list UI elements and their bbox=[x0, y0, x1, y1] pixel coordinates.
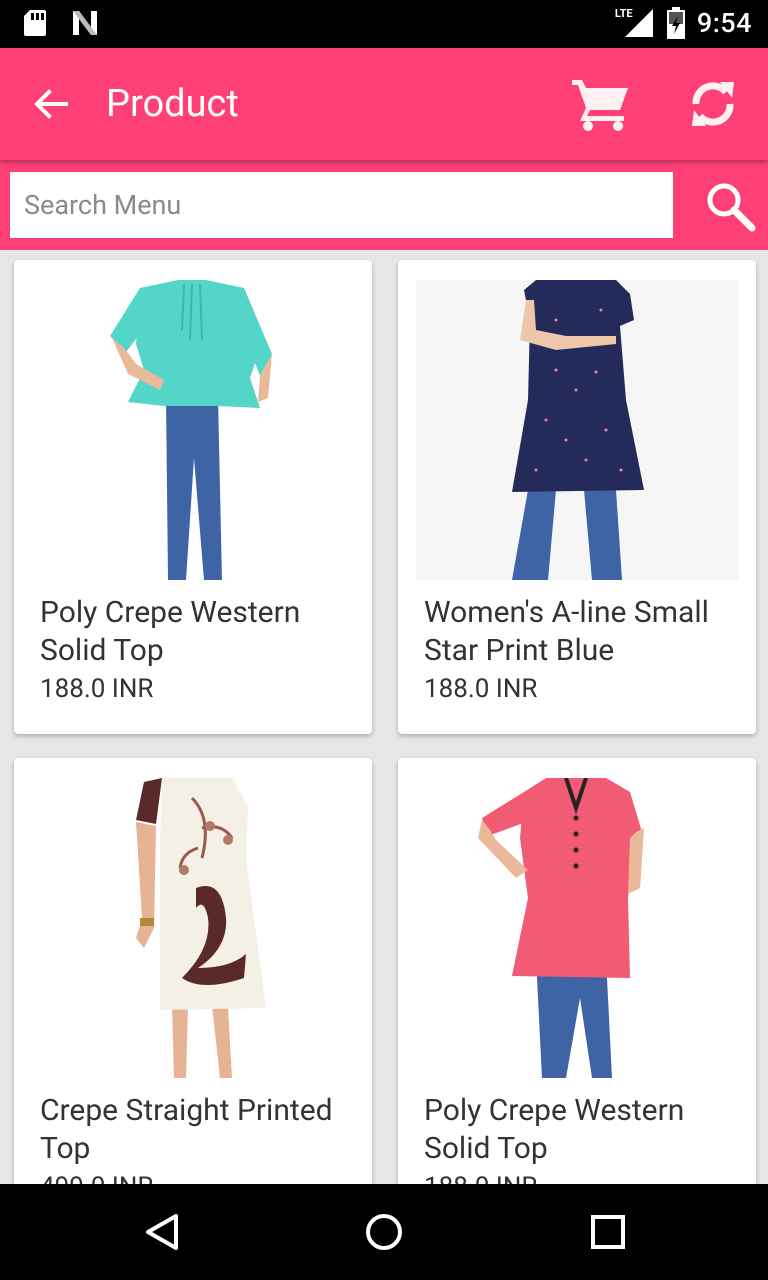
product-name: Women's A-line Small Star Print Blue bbox=[424, 595, 709, 668]
search-bar bbox=[0, 160, 768, 250]
back-arrow-icon[interactable] bbox=[30, 84, 70, 124]
product-grid: Poly Crepe Western Solid Top 188.0 INR W… bbox=[0, 250, 768, 1184]
search-icon[interactable] bbox=[704, 180, 756, 232]
product-card[interactable]: Women's A-line Small Star Print Blue 188… bbox=[398, 260, 756, 734]
product-price: 188.0 INR bbox=[424, 1172, 537, 1184]
clock: 9:54 bbox=[696, 7, 752, 39]
screen: LTE 9:54 Product Search Menu Poly Crepe … bbox=[0, 0, 768, 1280]
product-name: Poly Crepe Western Solid Top bbox=[424, 1093, 685, 1166]
product-card[interactable]: Crepe Straight Printed Top 499.0 INR bbox=[14, 758, 372, 1184]
sd-card-icon bbox=[24, 10, 46, 36]
signal-icon bbox=[624, 9, 653, 37]
recents-square-icon[interactable] bbox=[588, 1212, 628, 1252]
navigation-bar bbox=[0, 1184, 768, 1280]
home-circle-icon[interactable] bbox=[364, 1212, 404, 1252]
product-price: 499.0 INR bbox=[40, 1172, 153, 1184]
back-triangle-icon[interactable] bbox=[142, 1212, 182, 1252]
cart-icon[interactable] bbox=[570, 76, 630, 132]
product-price: 188.0 INR bbox=[424, 674, 538, 704]
status-bar: LTE 9:54 bbox=[0, 0, 768, 48]
product-image bbox=[32, 778, 354, 1078]
search-input[interactable] bbox=[10, 172, 673, 238]
product-card[interactable]: Poly Crepe Western Solid Top 188.0 INR bbox=[14, 260, 372, 734]
product-image bbox=[32, 280, 354, 580]
product-image bbox=[416, 280, 738, 580]
battery-icon bbox=[666, 7, 685, 39]
n-notification-icon bbox=[73, 11, 97, 35]
product-price: 188.0 INR bbox=[40, 674, 154, 704]
product-card[interactable]: Poly Crepe Western Solid Top 188.0 INR bbox=[398, 758, 756, 1184]
app-bar: Product bbox=[0, 48, 768, 160]
product-image bbox=[416, 778, 738, 1078]
refresh-icon[interactable] bbox=[686, 78, 740, 130]
product-name: Crepe Straight Printed Top bbox=[40, 1093, 333, 1166]
page-title: Product bbox=[106, 82, 239, 126]
product-name: Poly Crepe Western Solid Top bbox=[40, 595, 301, 668]
